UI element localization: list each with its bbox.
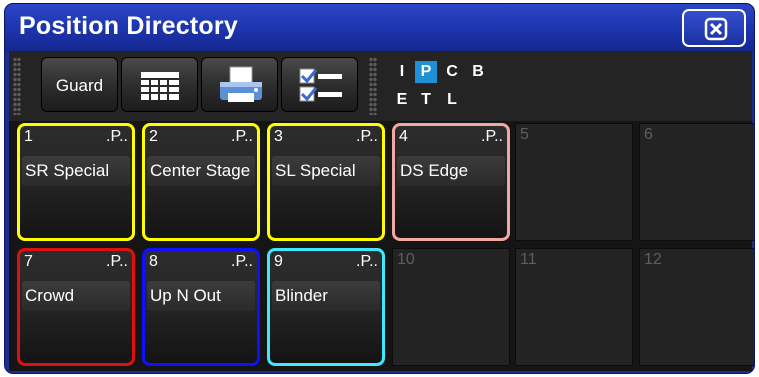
cell-name: SR Special: [22, 156, 130, 186]
checklist-button[interactable]: [281, 57, 358, 112]
cell-flag: .P..: [106, 253, 128, 270]
empty-position-cell[interactable]: 6: [639, 123, 754, 241]
cell-flag: .P..: [356, 128, 378, 145]
empty-position-cell[interactable]: 12: [639, 248, 754, 366]
toolbar-grip-right[interactable]: [369, 57, 377, 115]
cell-number: 7: [24, 253, 33, 270]
close-button[interactable]: [682, 9, 746, 47]
position-cell[interactable]: 4 .P.. DS Edge: [392, 123, 510, 241]
position-cell[interactable]: 7 .P.. Crowd: [17, 248, 135, 366]
cell-number: 8: [149, 253, 158, 270]
cell-number: 11: [520, 251, 537, 268]
filter-p[interactable]: P: [415, 61, 437, 83]
cell-name: DS Edge: [397, 156, 505, 186]
filter-e[interactable]: E: [391, 89, 413, 111]
filter-i[interactable]: I: [391, 61, 413, 83]
cell-number: 1: [24, 128, 33, 145]
cell-number: 12: [644, 251, 662, 268]
position-cell[interactable]: 1 .P.. SR Special: [17, 123, 135, 241]
cell-number: 9: [274, 253, 283, 270]
cell-name: SL Special: [272, 156, 380, 186]
position-cell[interactable]: 8 .P.. Up N Out: [142, 248, 260, 366]
grid-view-button[interactable]: [121, 57, 198, 112]
cell-name: Blinder: [272, 281, 380, 311]
cell-name: Center Stage: [147, 156, 255, 186]
filter-t[interactable]: T: [415, 89, 437, 111]
printer-icon: [220, 66, 262, 102]
close-icon: [704, 17, 728, 41]
grid-view-icon: [141, 72, 179, 100]
cell-number: 2: [149, 128, 158, 145]
cell-flag: .P..: [231, 253, 253, 270]
empty-position-cell[interactable]: 10: [392, 248, 510, 366]
cell-number: 3: [274, 128, 283, 145]
empty-position-cell[interactable]: 5: [515, 123, 633, 241]
filter-l[interactable]: L: [441, 89, 463, 111]
print-button[interactable]: [201, 57, 278, 112]
cell-number: 5: [520, 126, 529, 143]
cell-number: 4: [399, 128, 408, 145]
filter-b[interactable]: B: [467, 61, 489, 83]
cell-flag: .P..: [231, 128, 253, 145]
position-grid: 1 .P.. SR Special 2 .P.. Center Stage 3 .P.. S…: [9, 121, 754, 371]
position-cell[interactable]: 9 .P.. Blinder: [267, 248, 385, 366]
cell-flag: .P..: [481, 128, 503, 145]
directory-body: Guard I P C B E T L 1 .P.. SR Special 2 …: [9, 51, 754, 371]
position-directory-window: Position Directory Guard I P C B E T L 1…: [4, 3, 755, 374]
empty-position-cell[interactable]: 11: [515, 248, 633, 366]
guard-button[interactable]: Guard: [41, 57, 118, 112]
toolbar: Guard I P C B E T L: [9, 51, 752, 121]
cell-number: 6: [644, 126, 653, 143]
cell-name: Up N Out: [147, 281, 255, 311]
cell-flag: .P..: [356, 253, 378, 270]
checklist-icon: [299, 68, 342, 102]
position-cell[interactable]: 2 .P.. Center Stage: [142, 123, 260, 241]
title-bar[interactable]: Position Directory: [5, 4, 754, 51]
cell-number: 10: [397, 251, 415, 268]
guard-button-label: Guard: [55, 76, 104, 95]
cell-flag: .P..: [106, 128, 128, 145]
toolbar-grip-left[interactable]: [13, 57, 21, 115]
cell-name: Crowd: [22, 281, 130, 311]
position-cell[interactable]: 3 .P.. SL Special: [267, 123, 385, 241]
filter-c[interactable]: C: [441, 61, 463, 83]
window-title: Position Directory: [19, 12, 238, 40]
